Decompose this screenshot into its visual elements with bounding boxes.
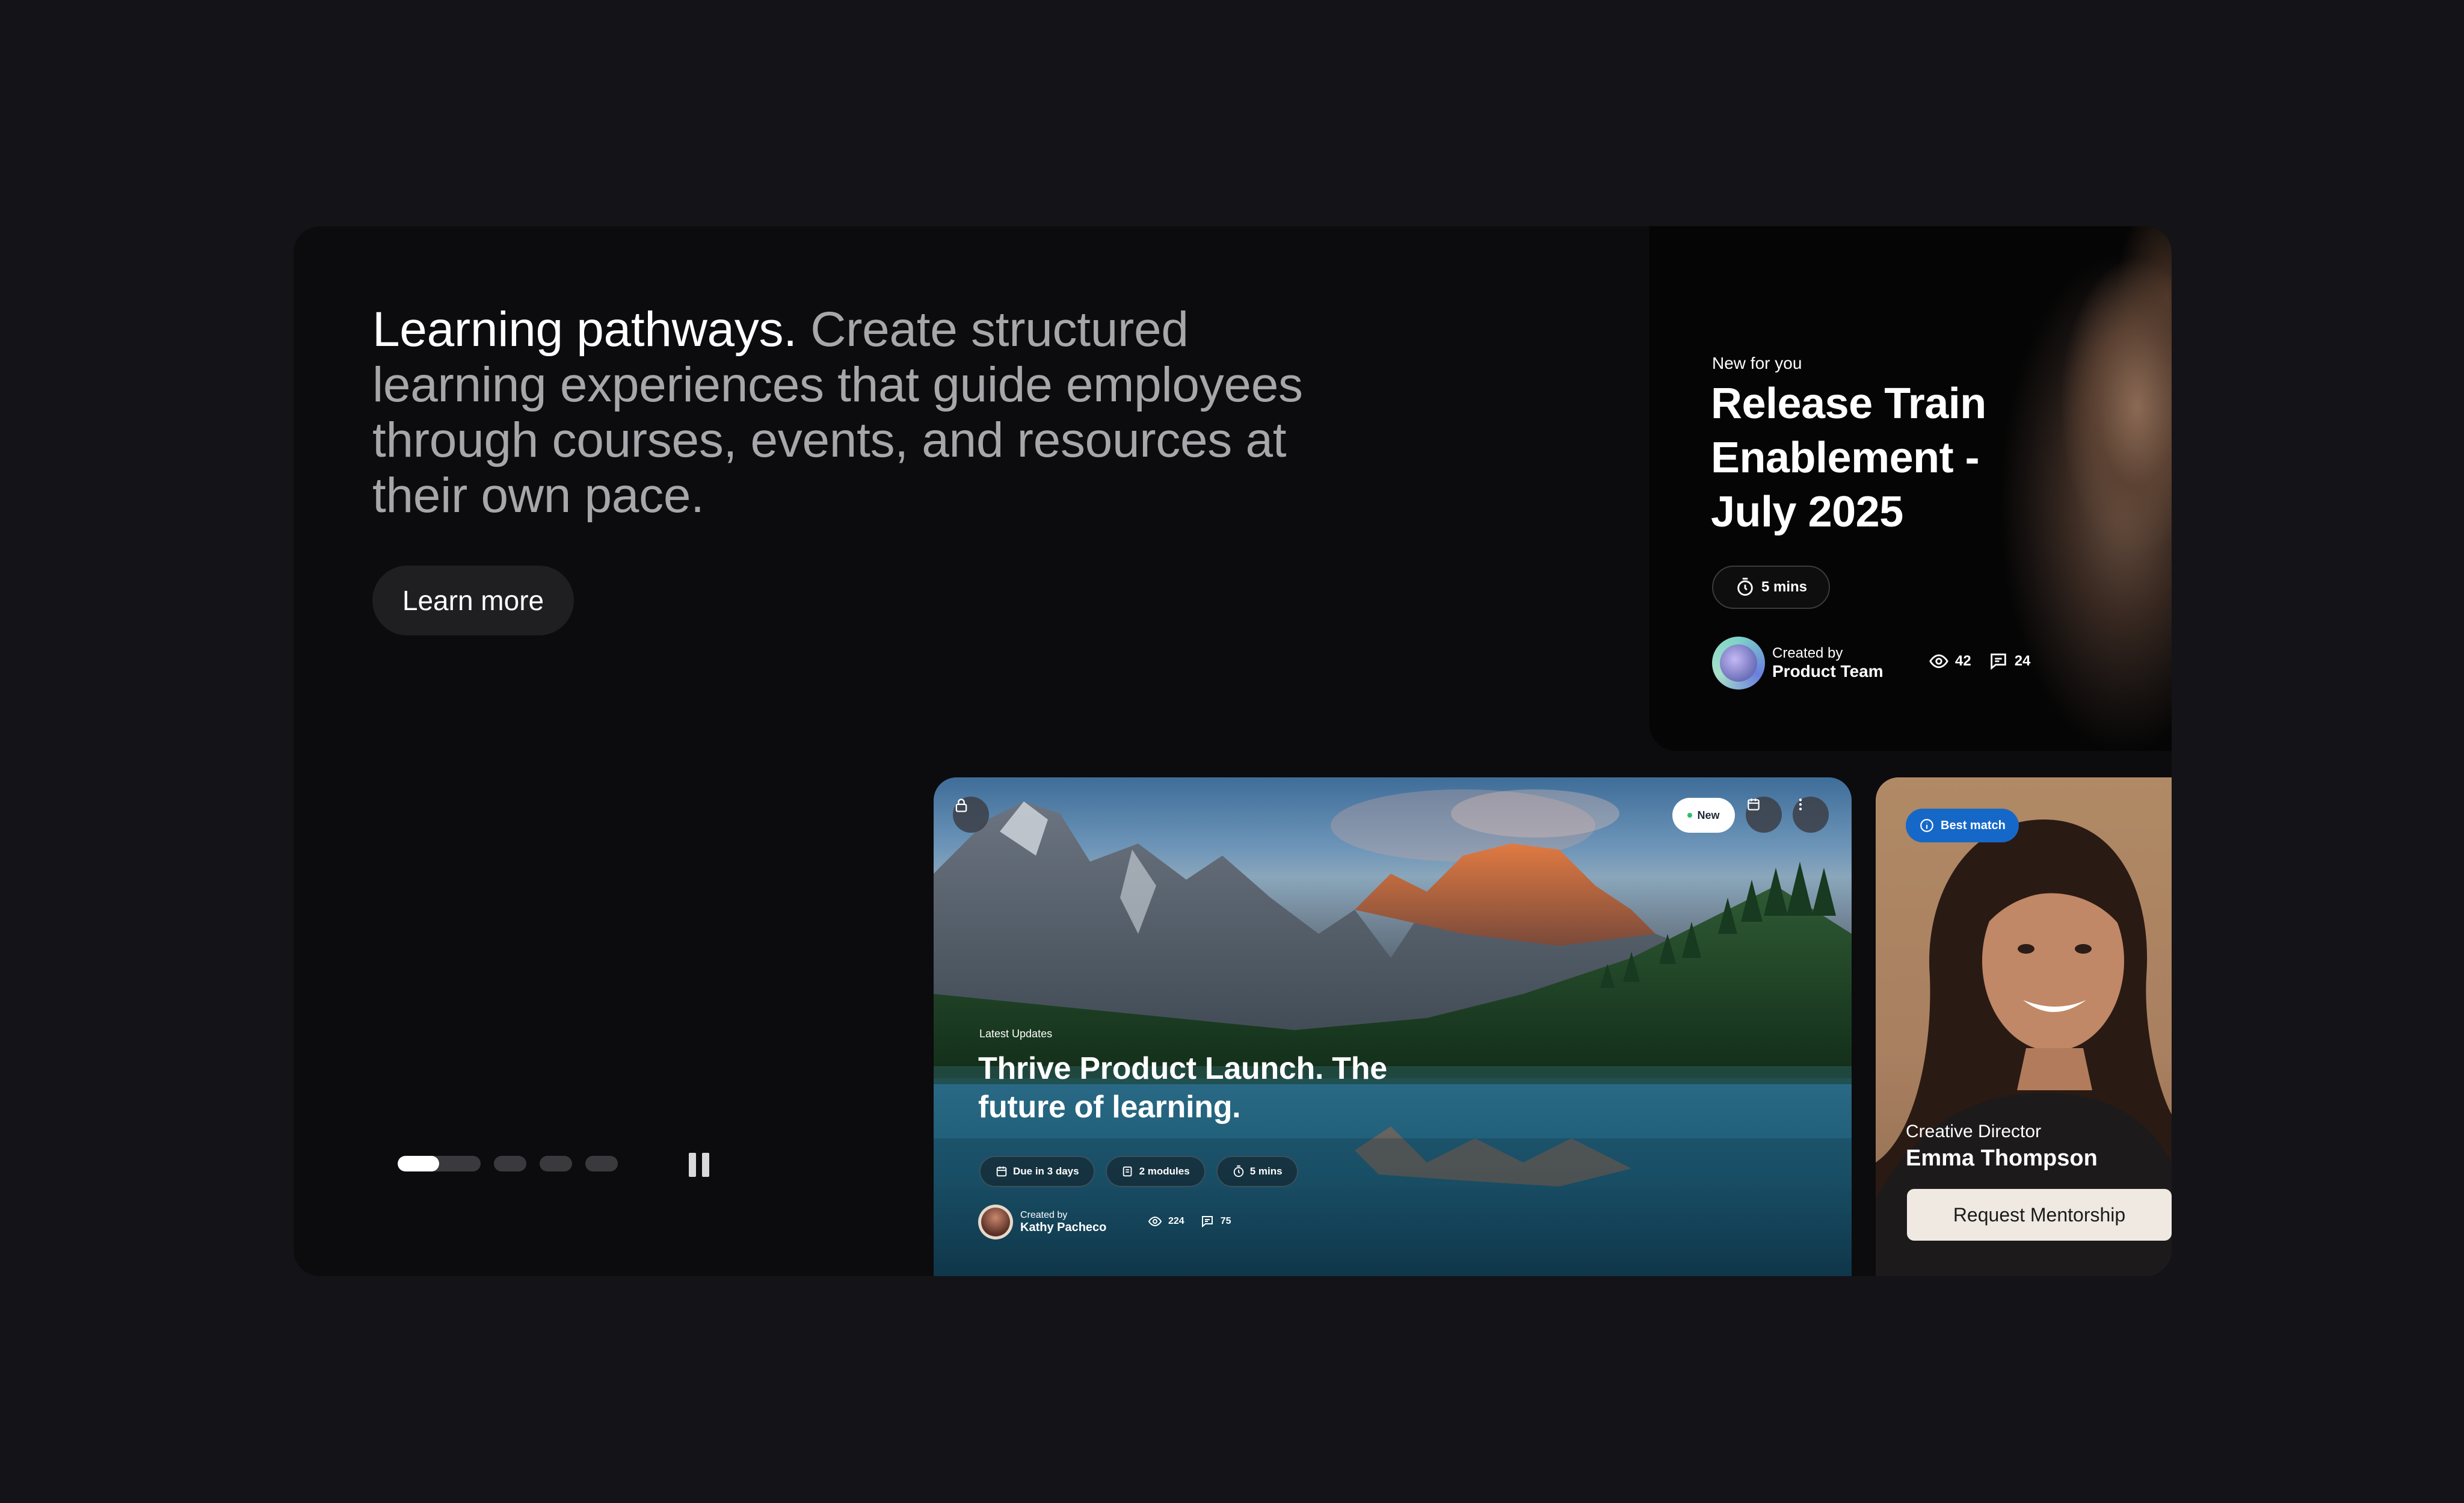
duration-label: 5 mins: [1761, 579, 1808, 595]
creator-avatar: [978, 1205, 1013, 1239]
pause-icon: [689, 1153, 696, 1177]
comment-icon: [1201, 1216, 1213, 1228]
mountain-lake-image: [934, 789, 1852, 1276]
hero-headline: Learning pathways. Create structured lea…: [372, 302, 1347, 523]
calendar-icon: [1748, 798, 1760, 810]
learn-more-button[interactable]: Learn more: [372, 566, 574, 635]
views-count: 224: [1168, 1216, 1184, 1226]
feature-panel: Learning pathways. Create structured lea…: [294, 226, 2172, 1276]
carousel-dot-2[interactable]: [494, 1156, 526, 1171]
best-match-label: Best match: [1941, 818, 2006, 832]
calendar-icon: [996, 1166, 1007, 1177]
more-vertical-icon: [1799, 798, 1802, 810]
mentor-role: Creative Director: [1906, 1122, 2042, 1141]
mentor-name: Emma Thompson: [1906, 1146, 2098, 1171]
headline-strong: Learning pathways.: [372, 302, 797, 357]
eye-icon: [1148, 1216, 1162, 1227]
launch-stats: 224 75: [1148, 1214, 1231, 1229]
calendar-button[interactable]: [1746, 797, 1782, 833]
card-stats: 42 24: [1929, 651, 2030, 671]
carousel-indicators: [398, 1156, 618, 1171]
pause-button[interactable]: [683, 1149, 715, 1180]
carousel-dot-4[interactable]: [585, 1156, 618, 1171]
created-by-label: Created by: [1020, 1209, 1068, 1220]
comment-icon: [1990, 653, 2006, 670]
launch-title: Thrive Product Launch. The future of lea…: [978, 1051, 1387, 1125]
due-chip: Due in 3 days: [979, 1156, 1095, 1187]
launch-eyebrow: Latest Updates: [979, 1028, 1053, 1040]
launch-creator: Created by Kathy Pacheco: [978, 1205, 1106, 1239]
due-label: Due in 3 days: [1013, 1165, 1079, 1177]
duration-label: 5 mins: [1249, 1165, 1283, 1177]
creator-info: Created by Product Team: [1712, 637, 1883, 690]
comments-count: 75: [1220, 1216, 1231, 1226]
launch-chips: Due in 3 days 2 modules 5 mins: [979, 1156, 1298, 1187]
duration-chip: 5 mins: [1712, 566, 1831, 609]
creator-avatar: [1712, 637, 1765, 690]
release-train-card[interactable]: New for you Release Train Enablement -Ju…: [1649, 226, 2172, 751]
more-options-button[interactable]: [1793, 797, 1829, 833]
new-dot: [1687, 813, 1693, 818]
modules-icon: [1123, 1166, 1132, 1177]
best-match-badge: Best match: [1906, 809, 2019, 842]
comments-count: 24: [2014, 653, 2031, 669]
carousel-progress-fill: [398, 1156, 439, 1171]
clock-icon: [1233, 1165, 1243, 1177]
carousel-dot-3[interactable]: [540, 1156, 572, 1171]
duration-chip: 5 mins: [1216, 1156, 1298, 1187]
portrait-image: [2010, 226, 2172, 751]
new-badge-label: New: [1697, 809, 1720, 821]
clock-icon: [1737, 578, 1753, 596]
info-icon: [1920, 819, 1933, 832]
pause-icon-bar: [702, 1153, 709, 1177]
card-eyebrow: New for you: [1712, 354, 1802, 372]
card-title: Release Train Enablement -July 2025: [1711, 380, 1986, 536]
lock-button[interactable]: [953, 797, 989, 833]
product-launch-card[interactable]: New: [934, 777, 1852, 1276]
creator-name: Kathy Pacheco: [1020, 1220, 1107, 1234]
new-badge: New: [1672, 798, 1735, 833]
carousel-dot-1[interactable]: [398, 1156, 481, 1171]
modules-chip: 2 modules: [1105, 1156, 1206, 1187]
request-mentorship-button[interactable]: Request Mentorship: [1907, 1189, 2172, 1241]
eye-icon: [1929, 654, 1948, 668]
creator-name: Product Team: [1772, 662, 1883, 681]
created-by-label: Created by: [1772, 645, 1843, 661]
views-count: 42: [1955, 653, 1971, 669]
lock-icon: [955, 798, 967, 812]
modules-label: 2 modules: [1139, 1165, 1190, 1177]
